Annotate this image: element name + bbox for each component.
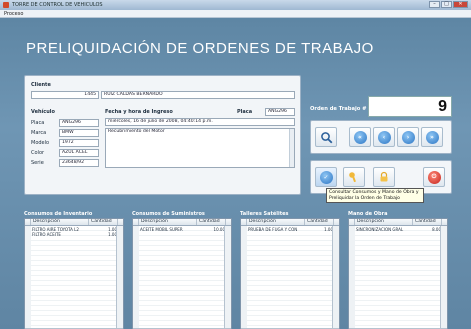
main-area: PRELIQUIDACIÓN DE ORDENES DE TRABAJO Cli…	[0, 18, 471, 329]
table-row[interactable]: PRUEBA DE FUGA Y CON 1.00	[247, 227, 334, 232]
grid-mano-obra: Descripción Cantidad SINCRONIZACION GRAL…	[348, 218, 448, 329]
placa-field[interactable]: ANG296	[59, 119, 99, 127]
grid-vertical-scrollbar[interactable]	[332, 226, 339, 328]
col-cantidad[interactable]: Cantidad	[305, 219, 334, 225]
exit-button[interactable]: ⏻	[423, 167, 445, 187]
grid-body	[25, 226, 116, 328]
cliente-label: Cliente	[31, 82, 51, 88]
cliente-nombre-field[interactable]: RUIZ CALDAS BERNARDO	[101, 91, 295, 99]
marca-label: Marca	[31, 130, 47, 136]
prev-icon: ‹	[377, 130, 391, 144]
first-record-button[interactable]: «	[349, 127, 371, 147]
modelo-field[interactable]: 1972	[59, 139, 99, 147]
first-icon: «	[353, 130, 367, 144]
placa-label: Placa	[31, 120, 45, 126]
vehiculo-label: Vehículo	[31, 109, 55, 115]
table-row[interactable]: ACEITE MOBIL SUPER 10.00	[139, 227, 226, 232]
tooltip: Consultar Consumos y Mano de Obra y Prel…	[326, 188, 424, 203]
close-window-button[interactable]: ✕	[453, 1, 468, 8]
grid-vertical-scrollbar[interactable]	[224, 226, 231, 328]
power-icon: ⏻	[427, 170, 441, 184]
app-icon	[3, 2, 9, 8]
client-vehicle-panel: Cliente 1445 RUIZ CALDAS BERNARDO Vehícu…	[24, 75, 301, 195]
grid-body	[241, 226, 332, 328]
grid-header: Descripción Cantidad	[133, 219, 231, 226]
color-field[interactable]: AZUL ACEL	[59, 149, 99, 157]
grid-inventario: Descripción Cantidad FILTRO AIRE TOYOTA …	[24, 218, 124, 329]
placa-ingreso-label: Placa	[237, 109, 253, 115]
next-record-button[interactable]: ›	[397, 127, 419, 147]
window-titlebar: TORRE DE CONTROL DE VEHICULOS – □ ✕	[0, 0, 471, 10]
grid-suministros: Descripción Cantidad ACEITE MOBIL SUPER …	[132, 218, 232, 329]
fecha-ingreso-field[interactable]: miércoles, 16 de julio de 2008, 04:40:14…	[105, 118, 295, 126]
grid-vertical-scrollbar[interactable]	[116, 226, 123, 328]
maximize-button[interactable]: □	[441, 1, 452, 8]
preliquidar-button[interactable]: ✓	[315, 167, 337, 187]
grid-header: Descripción Cantidad	[349, 219, 447, 226]
menu-item-proceso[interactable]: Proceso	[4, 11, 23, 17]
color-label: Color	[31, 150, 45, 156]
ingreso-label: Fecha y hora de Ingreso	[105, 109, 173, 115]
grid-vertical-scrollbar[interactable]	[440, 226, 447, 328]
grid-title-mano-obra: Mano de Obra	[348, 211, 388, 217]
confirm-icon: ✓	[319, 170, 333, 184]
grid-talleres: Descripción Cantidad PRUEBA DE FUGA Y CO…	[240, 218, 340, 329]
window-title: TORRE DE CONTROL DE VEHICULOS	[12, 2, 103, 8]
modelo-label: Modelo	[31, 140, 50, 146]
last-record-button[interactable]: »	[421, 127, 443, 147]
minimize-button[interactable]: –	[429, 1, 440, 8]
cliente-id-field[interactable]: 1445	[31, 91, 99, 99]
table-row[interactable]: SINCRONIZACION GRAL 8.00	[355, 227, 442, 232]
grid-body	[349, 226, 440, 328]
descripcion-field[interactable]: Recubrimiento del Motor	[105, 128, 295, 168]
grid-title-inventario: Consumos de Inventario	[24, 211, 93, 217]
search-icon	[320, 131, 332, 143]
grid-title-suministros: Consumos de Suministros	[132, 211, 205, 217]
grid-body	[133, 226, 224, 328]
placa-ingreso-field[interactable]: ANG296	[265, 108, 295, 116]
col-cantidad[interactable]: Cantidad	[197, 219, 226, 225]
grid-header: Descripción Cantidad	[25, 219, 123, 226]
marca-field[interactable]: BMW	[59, 129, 99, 137]
last-icon: »	[425, 130, 439, 144]
lock-icon	[380, 171, 388, 182]
key-icon	[349, 172, 356, 183]
window-controls: – □ ✕	[429, 1, 468, 8]
serie-label: Serie	[31, 160, 44, 166]
grid-title-talleres: Talleres Satélites	[240, 211, 289, 217]
prev-record-button[interactable]: ‹	[373, 127, 395, 147]
table-row[interactable]: FILTRO ACEITE 1.00	[31, 232, 118, 237]
col-descripcion[interactable]: Descripción	[31, 219, 89, 225]
serie-field[interactable]: 23648/92	[59, 159, 99, 167]
lock-button[interactable]	[373, 167, 395, 187]
orden-numero: 9	[368, 96, 452, 117]
key-button[interactable]	[343, 167, 365, 187]
next-icon: ›	[401, 130, 415, 144]
col-descripcion[interactable]: Descripción	[139, 219, 197, 225]
search-button[interactable]	[315, 127, 337, 147]
col-cantidad[interactable]: Cantidad	[413, 219, 442, 225]
page-title: PRELIQUIDACIÓN DE ORDENES DE TRABAJO	[26, 40, 374, 57]
descripcion-scrollbar[interactable]	[289, 129, 294, 167]
orden-label: Orden de Trabajo #	[310, 106, 367, 112]
navigation-toolbar: « ‹ › »	[310, 120, 452, 154]
col-descripcion[interactable]: Descripción	[355, 219, 413, 225]
col-cantidad[interactable]: Cantidad	[89, 219, 118, 225]
col-descripcion[interactable]: Descripción	[247, 219, 305, 225]
menu-bar: Proceso	[0, 10, 471, 18]
grid-header: Descripción Cantidad	[241, 219, 339, 226]
